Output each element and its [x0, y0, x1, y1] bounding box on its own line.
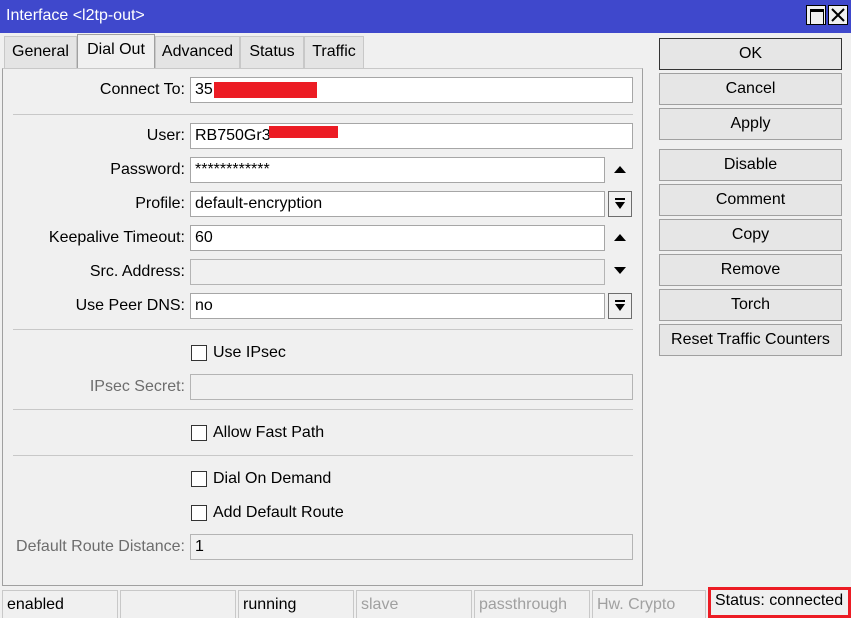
user-input[interactable]: RB750Gr3: [190, 123, 633, 149]
allow-fast-path-label: Allow Fast Path: [213, 424, 325, 441]
ipsec-secret-input[interactable]: [190, 374, 633, 400]
tab-advanced[interactable]: Advanced: [155, 36, 240, 69]
ok-button[interactable]: OK: [659, 38, 842, 70]
use-ipsec-label: Use IPsec: [213, 344, 286, 361]
status-hw-crypto: Hw. Crypto: [592, 590, 706, 618]
use-ipsec-checkbox[interactable]: [191, 345, 207, 361]
profile-label: Profile:: [135, 195, 185, 212]
dropdown-arrow-icon[interactable]: [608, 191, 632, 217]
separator: [13, 455, 633, 456]
redaction-mark: [214, 82, 317, 98]
separator: [13, 329, 633, 330]
user-value: RB750Gr3: [195, 127, 271, 144]
status-enabled: enabled: [2, 590, 118, 618]
status-empty: [120, 590, 236, 618]
user-label: User:: [146, 127, 185, 144]
window-title: Interface <l2tp-out>: [6, 7, 145, 24]
redaction-mark: [269, 126, 338, 138]
remove-button[interactable]: Remove: [659, 254, 842, 286]
disable-button[interactable]: Disable: [659, 149, 842, 181]
allow-fast-path-checkbox[interactable]: [191, 425, 207, 441]
default-route-distance-value: 1: [195, 538, 204, 555]
apply-button[interactable]: Apply: [659, 108, 842, 140]
password-label: Password:: [110, 161, 185, 178]
add-default-route-label: Add Default Route: [213, 504, 344, 521]
status-connection: Status: connected: [708, 587, 851, 618]
profile-value: default-encryption: [195, 195, 323, 212]
status-slave: slave: [356, 590, 472, 618]
dial-on-demand-checkbox[interactable]: [191, 471, 207, 487]
use-peer-dns-label: Use Peer DNS:: [75, 297, 185, 314]
use-peer-dns-select[interactable]: no: [190, 293, 605, 319]
dial-on-demand-label: Dial On Demand: [213, 470, 332, 487]
tab-status[interactable]: Status: [240, 36, 304, 69]
copy-button[interactable]: Copy: [659, 219, 842, 251]
tab-general[interactable]: General: [4, 36, 77, 69]
dial-out-panel: Connect To: 35 User: RB750Gr3 Password: …: [2, 68, 643, 586]
keepalive-timeout-value: 60: [195, 229, 213, 246]
src-address-label: Src. Address:: [89, 263, 185, 280]
connect-to-label: Connect To:: [99, 81, 185, 98]
comment-button[interactable]: Comment: [659, 184, 842, 216]
ipsec-secret-label: IPsec Secret:: [89, 378, 185, 395]
password-value: ************: [195, 161, 270, 178]
keepalive-timeout-label: Keepalive Timeout:: [48, 229, 185, 246]
src-address-input[interactable]: [190, 259, 605, 285]
reset-traffic-counters-button[interactable]: Reset Traffic Counters: [659, 324, 842, 356]
title-bar[interactable]: Interface <l2tp-out>: [0, 0, 851, 33]
torch-button[interactable]: Torch: [659, 289, 842, 321]
keepalive-timeout-input[interactable]: 60: [190, 225, 605, 251]
default-route-distance-label: Default Route Distance:: [16, 538, 185, 555]
use-peer-dns-value: no: [195, 297, 213, 314]
status-passthrough: passthrough: [474, 590, 590, 618]
status-bar: enabled running slave passthrough Hw. Cr…: [0, 587, 851, 618]
dropdown-arrow-icon[interactable]: [608, 293, 632, 319]
connect-to-value: 35: [195, 81, 213, 98]
maximize-icon[interactable]: [806, 5, 826, 25]
tab-traffic[interactable]: Traffic: [304, 36, 364, 69]
separator: [13, 114, 633, 115]
close-icon[interactable]: [828, 5, 848, 25]
default-route-distance-input[interactable]: 1: [190, 534, 633, 560]
tab-dial-out[interactable]: Dial Out: [77, 34, 155, 69]
expand-arrow-icon[interactable]: [608, 259, 632, 285]
password-input[interactable]: ************: [190, 157, 605, 183]
profile-select[interactable]: default-encryption: [190, 191, 605, 217]
collapse-arrow-icon[interactable]: [608, 157, 632, 183]
status-running: running: [238, 590, 354, 618]
cancel-button[interactable]: Cancel: [659, 73, 842, 105]
collapse-arrow-icon[interactable]: [608, 225, 632, 251]
add-default-route-checkbox[interactable]: [191, 505, 207, 521]
separator: [13, 409, 633, 410]
